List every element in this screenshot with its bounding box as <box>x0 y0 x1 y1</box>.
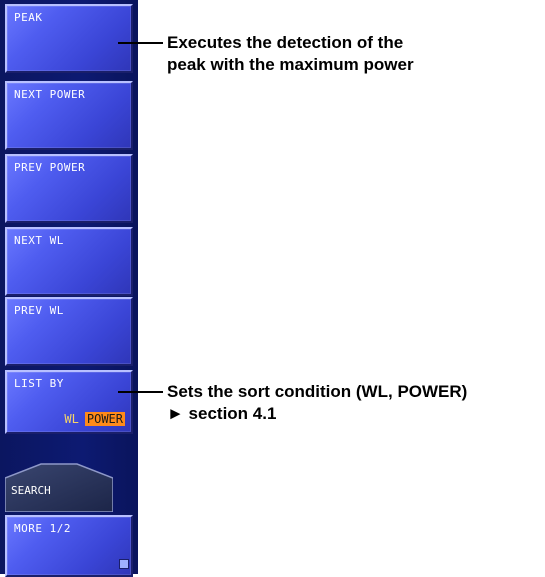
sort-option-power-selected: POWER <box>84 412 125 426</box>
list-by-callout-line <box>118 391 163 393</box>
list-by-callout-text: Sets the sort condition (WL, POWER) ► se… <box>167 381 467 425</box>
softkey-label: MORE 1/2 <box>14 522 71 535</box>
sort-options: WL POWER <box>64 412 125 426</box>
softkey-label: PEAK <box>14 11 43 24</box>
softkey-label: PREV POWER <box>14 161 86 174</box>
peak-callout-line1: Executes the detection of the <box>167 33 404 52</box>
more-softkey[interactable]: MORE 1/2 <box>5 515 133 577</box>
peak-callout-line2: peak with the maximum power <box>167 55 414 74</box>
softkey-label: PREV WL <box>14 304 64 317</box>
list-by-callout-line2: ► section 4.1 <box>167 404 277 423</box>
softkey-label: NEXT POWER <box>14 88 86 101</box>
softkey-label: LIST BY <box>14 377 64 390</box>
next-wl-softkey[interactable]: NEXT WL <box>5 227 133 296</box>
sort-option-wl: WL <box>64 412 79 426</box>
peak-callout-text: Executes the detection of the peak with … <box>167 32 414 76</box>
peak-callout-line <box>118 42 163 44</box>
next-power-softkey[interactable]: NEXT POWER <box>5 81 133 150</box>
corner-indicator-icon <box>119 559 129 569</box>
list-by-callout-line1: Sets the sort condition (WL, POWER) <box>167 382 468 401</box>
softkey-panel: PEAK NEXT POWER PREV POWER NEXT WL PREV … <box>0 0 138 577</box>
softkey-label: NEXT WL <box>14 234 64 247</box>
list-by-softkey[interactable]: LIST BY WL POWER <box>5 370 133 434</box>
search-menu-tab[interactable]: SEARCH <box>5 462 113 512</box>
prev-wl-softkey[interactable]: PREV WL <box>5 297 133 366</box>
search-tab-label: SEARCH <box>11 484 51 497</box>
peak-softkey[interactable]: PEAK <box>5 4 133 73</box>
prev-power-softkey[interactable]: PREV POWER <box>5 154 133 223</box>
